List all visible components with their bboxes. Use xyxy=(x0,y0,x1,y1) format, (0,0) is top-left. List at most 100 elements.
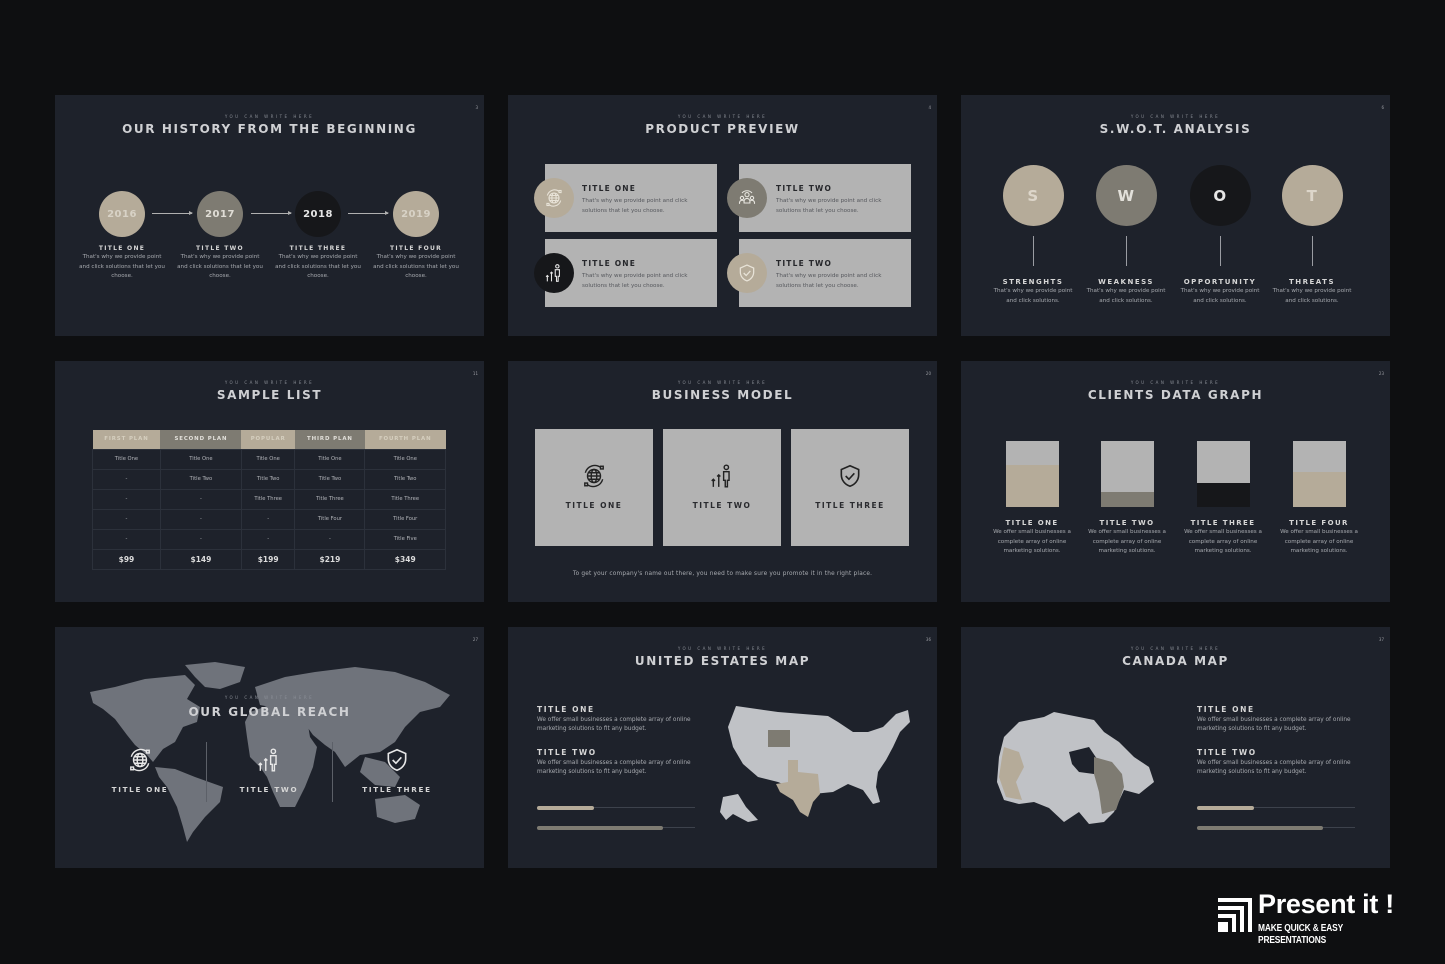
item-title: THREATS xyxy=(1289,278,1335,286)
table-row: - - - - Title Five xyxy=(92,528,446,550)
slide-swot[interactable]: 6 YOU CAN WRITE HERE S.W.O.T. ANALYSIS S… xyxy=(961,95,1390,336)
item-title: TITLE TWO xyxy=(196,245,244,252)
slide-number: 3 xyxy=(475,105,478,110)
card-title: TITLE ONE xyxy=(582,184,637,193)
year-circle: 2017 xyxy=(197,191,243,237)
team-icon xyxy=(727,178,767,218)
swot-circle: T xyxy=(1281,165,1343,226)
card-title: TITLE TWO xyxy=(692,501,752,510)
table-cell: Title One xyxy=(364,448,446,470)
text-block: TITLE ONE We offer small businesses a co… xyxy=(1197,705,1367,735)
progress-bar xyxy=(1197,825,1355,830)
table-cell: - xyxy=(92,528,161,550)
year-circle: 2019 xyxy=(393,191,439,237)
slide-kicker: YOU CAN WRITE HERE xyxy=(1130,114,1221,119)
connector-line xyxy=(1219,236,1221,266)
card-desc: That's why we provide point and click so… xyxy=(582,198,688,214)
item-desc: That's why we provide point and click so… xyxy=(177,254,263,279)
business-card: TITLE TWO xyxy=(663,429,781,546)
table-cell: - xyxy=(294,528,366,550)
connector-line xyxy=(1125,236,1127,266)
item-desc: We offer small businesses a complete arr… xyxy=(537,760,691,776)
reach-item: TITLE ONE xyxy=(85,747,195,794)
growth-person-icon xyxy=(709,463,735,489)
swot-circle: S xyxy=(1002,165,1064,226)
business-card: TITLE THREE xyxy=(791,429,909,546)
item-desc: We offer small businesses a complete arr… xyxy=(993,529,1071,554)
logo-mark-icon xyxy=(1218,898,1252,932)
swot-item: S STRENGHTS That's why we provide point … xyxy=(990,165,1076,306)
us-map xyxy=(720,706,910,822)
slide-kicker: YOU CAN WRITE HERE xyxy=(677,380,768,385)
slide-kicker: YOU CAN WRITE HERE xyxy=(1130,646,1221,651)
item-desc: We offer small businesses a complete arr… xyxy=(1088,529,1166,554)
connector-line xyxy=(1311,236,1313,266)
table-cell: Title Four xyxy=(294,508,366,530)
progress-bar xyxy=(537,825,695,830)
graph-item: TITLE TWO We offer small businesses a co… xyxy=(1082,441,1172,557)
divider xyxy=(206,742,207,802)
slide-global-reach[interactable]: 27 YOU CAN WRITE HERE OUR GLOBAL REACH T… xyxy=(55,627,484,868)
globe-icon xyxy=(534,178,574,218)
graph-item: TITLE THREE We offer small businesses a … xyxy=(1178,441,1268,557)
timeline-item: 2016 TITLE ONE That's why we provide poi… xyxy=(79,191,165,282)
slide-history[interactable]: 3 YOU CAN WRITE HERE OUR HISTORY FROM TH… xyxy=(55,95,484,336)
graph-bar-fill xyxy=(1196,483,1250,507)
growth-person-icon xyxy=(534,253,574,293)
item-title: TITLE THREE xyxy=(362,785,432,794)
table-cell: - xyxy=(92,488,161,510)
text-block: TITLE ONE We offer small businesses a co… xyxy=(537,705,707,735)
slide-canada-map[interactable]: 37 YOU CAN WRITE HERE CANADA MAP TITLE O… xyxy=(961,627,1390,868)
table-cell: - xyxy=(92,508,161,530)
growth-person-icon xyxy=(256,747,282,773)
card-title: TITLE THREE xyxy=(815,501,885,510)
swot-item: O OPPORTUNITY That's why we provide poin… xyxy=(1177,165,1263,306)
table-cell: - xyxy=(240,508,296,530)
slide-title: OUR HISTORY FROM THE BEGINNING xyxy=(122,122,417,136)
card-title: TITLE TWO xyxy=(776,184,833,193)
item-title: TITLE TWO xyxy=(239,785,299,794)
slide-title: S.W.O.T. ANALYSIS xyxy=(1099,122,1252,136)
column-header: FIRST PLAN xyxy=(92,430,161,449)
slide-title: UNITED ESTATES MAP xyxy=(634,654,811,668)
canada-map xyxy=(997,712,1154,824)
column-header: SECOND PLAN xyxy=(160,430,242,449)
item-title: TITLE FOUR xyxy=(1289,519,1349,527)
slide-number: 20 xyxy=(925,371,931,376)
table-cell: - xyxy=(159,488,242,510)
card-title: TITLE ONE xyxy=(582,259,637,268)
item-title: TITLE THREE xyxy=(1190,519,1256,527)
card-desc: That's why we provide point and click so… xyxy=(776,273,882,289)
item-desc: We offer small businesses a complete arr… xyxy=(1197,760,1351,776)
text-block: TITLE TWO We offer small businesses a co… xyxy=(1197,748,1367,778)
slide-business-model[interactable]: 20 YOU CAN WRITE HERE BUSINESS MODEL TIT… xyxy=(508,361,937,602)
table-cell: Title One xyxy=(240,448,296,470)
timeline-item: 2017 TITLE TWO That's why we provide poi… xyxy=(177,191,263,282)
slide-title: BUSINESS MODEL xyxy=(651,388,794,402)
item-title: WEAKNESS xyxy=(1098,278,1154,286)
progress-fill xyxy=(537,805,594,810)
connector-line xyxy=(1032,236,1034,266)
slide-title: SAMPLE LIST xyxy=(216,388,323,402)
item-title: TITLE TWO xyxy=(1197,748,1257,757)
item-desc: That's why we provide point and click so… xyxy=(1272,288,1352,304)
item-desc: We offer small businesses a complete arr… xyxy=(1197,717,1351,733)
slide-title: OUR GLOBAL REACH xyxy=(188,705,351,719)
item-desc: That's why we provide point and click so… xyxy=(1180,288,1260,304)
card-desc: That's why we provide point and click so… xyxy=(582,273,688,289)
slide-sample-list[interactable]: 11 YOU CAN WRITE HERE SAMPLE LIST FIRST … xyxy=(55,361,484,602)
slide-title: CANADA MAP xyxy=(1122,654,1229,668)
slide-number: 36 xyxy=(925,637,931,642)
slide-number: 23 xyxy=(1378,371,1384,376)
table-cell: Title Two xyxy=(240,468,296,490)
table-row: - - Title Three Title Three Title Three xyxy=(92,488,446,510)
slide-clients-graph[interactable]: 23 YOU CAN WRITE HERE CLIENTS DATA GRAPH… xyxy=(961,361,1390,602)
slide-product-preview[interactable]: 4 YOU CAN WRITE HERE PRODUCT PREVIEW TIT… xyxy=(508,95,937,336)
table-row: - Title Two Title Two Title Two Title Two xyxy=(92,468,446,490)
slide-us-map[interactable]: 36 YOU CAN WRITE HERE UNITED ESTATES MAP… xyxy=(508,627,937,868)
table-cell: Title Two xyxy=(159,468,242,490)
year-circle: 2018 xyxy=(295,191,341,237)
globe-icon xyxy=(127,747,153,773)
graph-bar-fill xyxy=(1005,464,1059,507)
slide-kicker: YOU CAN WRITE HERE xyxy=(677,646,768,651)
